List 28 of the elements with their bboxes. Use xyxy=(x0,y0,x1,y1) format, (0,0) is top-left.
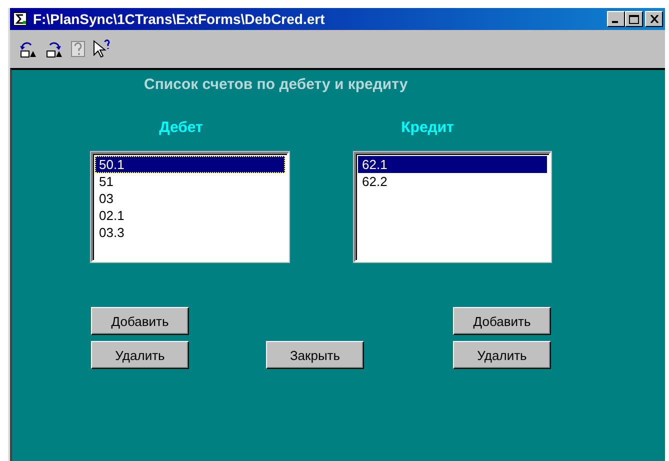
form-heading: Список счетов по дебету и кредиту xyxy=(144,76,409,93)
list-item[interactable]: 62.1 xyxy=(358,156,547,173)
list-item[interactable]: 51 xyxy=(95,173,285,190)
debit-list[interactable]: 50.1 51 03 02.1 03.3 xyxy=(91,152,289,262)
sigma-icon xyxy=(13,12,27,26)
list-item[interactable]: 50.1 xyxy=(95,156,285,173)
credit-label: Кредит xyxy=(400,119,455,136)
undo-icon[interactable] xyxy=(18,40,38,58)
list-item[interactable]: 03.3 xyxy=(95,224,285,241)
window-title: F:\PlanSync\1CTrans\ExtForms\DebCred.ert xyxy=(33,11,326,27)
delete-button[interactable]: Удалить xyxy=(453,341,551,369)
close-button[interactable] xyxy=(645,11,663,27)
help-document-icon[interactable] xyxy=(70,40,86,58)
maximize-button[interactable] xyxy=(625,11,643,27)
list-item[interactable]: 02.1 xyxy=(95,207,285,224)
pointer-help-icon[interactable] xyxy=(92,39,112,59)
maximize-icon xyxy=(629,14,639,24)
add-button[interactable]: Добавить xyxy=(91,307,189,335)
debit-label: Дебет xyxy=(158,119,204,136)
add-button[interactable]: Добавить xyxy=(453,307,551,335)
redo-icon[interactable] xyxy=(44,40,64,58)
close-icon xyxy=(650,15,658,23)
list-item[interactable]: 62.2 xyxy=(358,173,547,190)
list-item[interactable]: 03 xyxy=(95,190,285,207)
close-form-button[interactable]: Закрыть xyxy=(266,341,364,369)
delete-button[interactable]: Удалить xyxy=(91,341,189,369)
credit-list[interactable]: 62.1 62.2 xyxy=(354,152,551,262)
minimize-button[interactable] xyxy=(607,11,625,27)
